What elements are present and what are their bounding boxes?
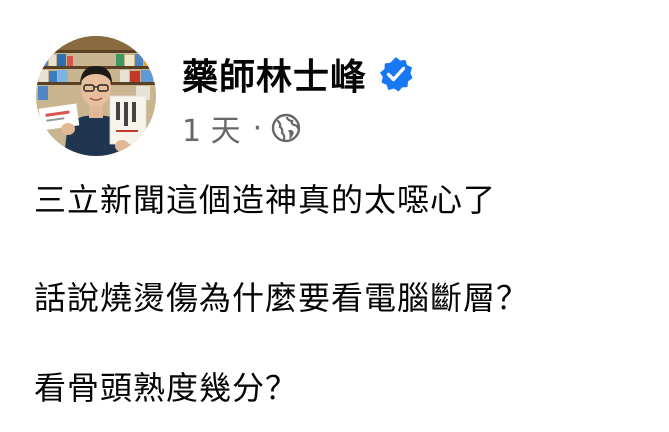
avatar-photo (36, 36, 156, 156)
post-text-line: 看骨頭熟度幾分？ (34, 369, 299, 407)
author-line: 藥師林士峰 (182, 48, 415, 100)
meta-separator: · (252, 110, 263, 146)
author-name[interactable]: 藥師林士峰 (182, 48, 367, 100)
post-text-line: 三立新聞這個造神真的太噁心了 (34, 181, 497, 219)
post-timestamp[interactable]: 1 天 (182, 106, 241, 150)
facebook-post: 藥師林士峰 1 天 · 三立新聞這個造神真的太噁心了 話說燒燙傷為什麼要看電腦斷… (0, 0, 669, 432)
post-meta: 1 天 · (182, 106, 302, 150)
author-avatar[interactable] (36, 36, 156, 156)
post-text-line: 話說燒燙傷為什麼要看電腦斷層？ (34, 279, 530, 317)
globe-icon[interactable] (270, 112, 302, 144)
verified-badge-icon (377, 55, 415, 93)
